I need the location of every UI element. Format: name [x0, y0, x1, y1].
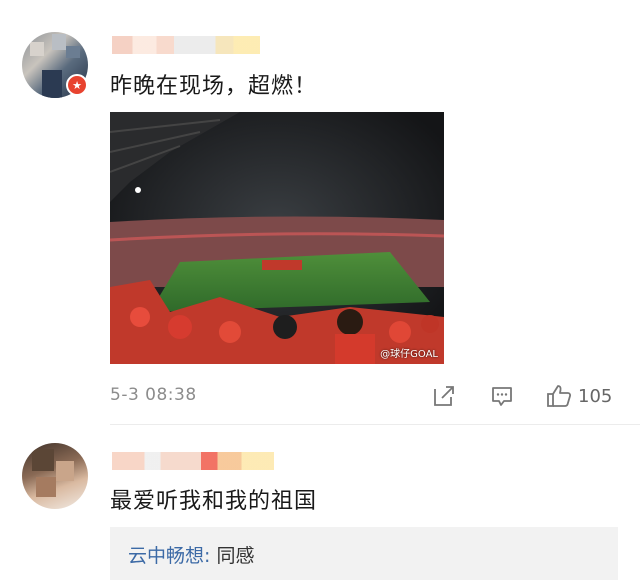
repost-icon [434, 386, 454, 406]
like-button[interactable]: 105 [546, 383, 612, 409]
reply-separator: : [204, 545, 217, 567]
comment-text: 昨晚在现场，超燃！ [110, 74, 318, 99]
comment-meta-row: 5-3 08:38 105 [110, 383, 630, 409]
verified-badge-icon: ★ [66, 74, 88, 96]
avatar[interactable] [22, 443, 88, 509]
reply-preview[interactable]: 云中畅想: 同感 [110, 527, 618, 580]
comment-icon [492, 387, 512, 406]
username-blurred[interactable] [112, 452, 274, 470]
thumbs-up-icon [547, 385, 572, 407]
comment-button[interactable] [490, 383, 514, 409]
comment-text: 最爱听我和我的祖国 [110, 489, 318, 514]
repost-button[interactable] [432, 383, 456, 409]
photo-watermark: @球仔GOAL [380, 349, 438, 360]
username-blurred[interactable] [112, 36, 260, 54]
stadium-photo[interactable]: @球仔GOAL [110, 112, 444, 364]
divider [110, 424, 640, 425]
timestamp: 5-3 08:38 [110, 385, 197, 405]
reply-text: 同感 [216, 545, 255, 567]
stadium-image [110, 112, 444, 364]
like-count: 105 [578, 385, 613, 407]
reply-author[interactable]: 云中畅想 [128, 545, 204, 567]
